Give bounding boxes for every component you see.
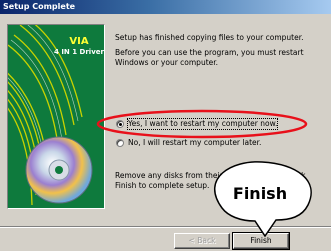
restart-now-option[interactable]: Yes, I want to restart my computer now.: [116, 118, 279, 130]
restart-later-label[interactable]: No, I will restart my computer later.: [128, 138, 261, 148]
back-button[interactable]: < Back: [174, 233, 230, 249]
finish-button[interactable]: Finish: [232, 232, 290, 250]
restart-notice-text: Before you can use the program, you must…: [115, 48, 304, 67]
restart-later-radio[interactable]: [116, 139, 124, 147]
brand-name: VIA: [69, 36, 89, 47]
restart-now-radio[interactable]: [116, 120, 124, 128]
restart-later-option[interactable]: No, I will restart my computer later.: [116, 138, 261, 148]
finished-copying-text: Setup has finished copying files to your…: [115, 33, 304, 42]
driver-artwork: VIA 4 IN 1 Driver: [7, 24, 105, 209]
button-separator: [0, 226, 331, 228]
cd-disc-icon: [25, 136, 93, 204]
brand-subtitle: 4 IN 1 Driver: [54, 48, 104, 56]
brand-block: VIA 4 IN 1 Driver: [53, 36, 104, 57]
restart-now-label[interactable]: Yes, I want to restart my computer now.: [126, 118, 279, 130]
callout-finish-label: Finish: [232, 184, 288, 203]
setup-complete-window: Setup Complete VIA 4 IN 1 Driver Setup h…: [0, 0, 331, 251]
window-title: Setup Complete: [0, 0, 331, 14]
